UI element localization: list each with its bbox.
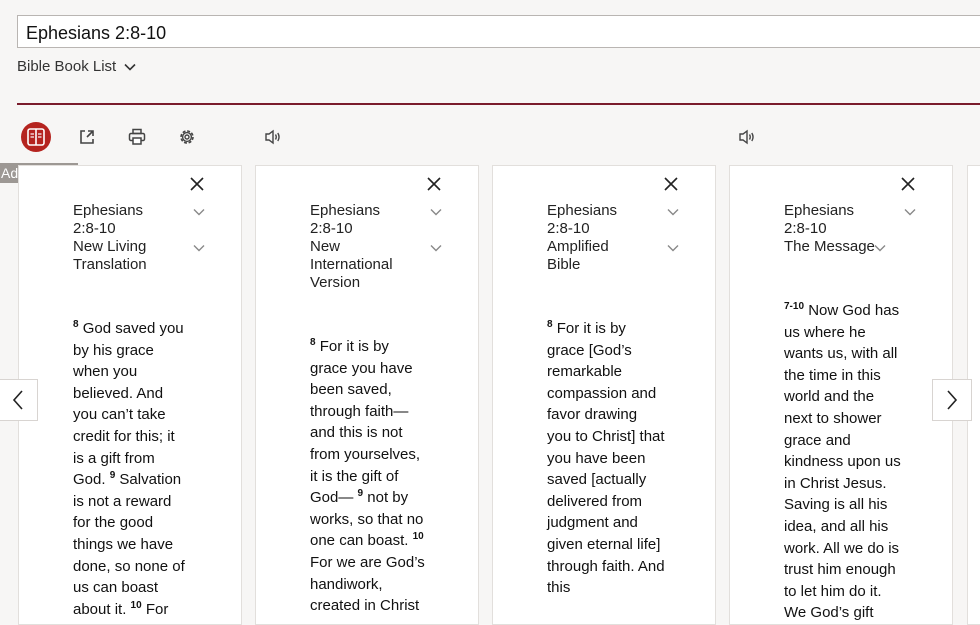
passage-text: 8 For it is by grace [God’s remarkable c… — [547, 318, 665, 599]
reference-label: Ephesians 2:8-10 — [547, 202, 618, 237]
verse-number: 8 — [73, 319, 79, 330]
reference-label: Ephesians 2:8-10 — [784, 202, 855, 237]
verse-text: For we are God’s handiwork, created in C… — [310, 553, 425, 615]
header-divider — [17, 103, 980, 105]
verse-number: 7-10 — [784, 301, 805, 312]
chevron-down-icon — [874, 245, 886, 252]
parallel-column-3: Ephesians 2:8-10 Amplified Bible 8 For i… — [492, 165, 716, 625]
chevron-down-icon — [430, 209, 442, 216]
reference-select[interactable]: Ephesians 2:8-10 — [784, 202, 916, 238]
verse-text: For it is by grace [God’s remarkable com… — [547, 320, 665, 597]
close-icon[interactable] — [900, 176, 916, 192]
version-label: The Message — [784, 238, 875, 255]
print-icon — [128, 128, 146, 145]
version-select[interactable]: Amplified Bible — [547, 238, 679, 274]
verse-text: God saved you by his grace when you beli… — [73, 320, 184, 489]
print-button[interactable] — [122, 122, 152, 152]
reference-label: Ephesians 2:8-10 — [73, 202, 144, 237]
add-parallel-button[interactable] — [21, 122, 51, 152]
reference-select[interactable]: Ephesians 2:8-10 — [310, 202, 442, 238]
verse-number: 10 — [130, 599, 142, 611]
version-label: Amplified Bible — [547, 238, 609, 273]
version-select[interactable]: New Living Translation — [73, 238, 205, 274]
chevron-down-icon — [193, 209, 205, 216]
share-button[interactable] — [72, 122, 102, 152]
chevron-right-icon — [947, 390, 958, 410]
verse-number: 9 — [357, 488, 364, 500]
verse-text: For — [145, 600, 169, 618]
verse-text: For it is by grace you have been saved, … — [310, 338, 421, 507]
next-arrow-button[interactable] — [932, 379, 972, 421]
passage-search-input[interactable]: Ephesians 2:8-10 — [17, 15, 980, 48]
close-icon[interactable] — [663, 176, 679, 192]
chevron-down-icon — [667, 245, 679, 252]
bible-book-list-dropdown[interactable]: Bible Book List — [17, 58, 136, 75]
parallel-columns-icon — [27, 128, 45, 146]
parallel-column-1: Ephesians 2:8-10 New Living Translation … — [18, 165, 242, 625]
chevron-down-icon — [124, 63, 136, 71]
verse-text: Now God has us where he wants us, with a… — [784, 302, 901, 622]
parallel-column-4: Ephesians 2:8-10 The Message 7-10 Now Go… — [729, 165, 953, 625]
reference-select[interactable]: Ephesians 2:8-10 — [73, 202, 205, 238]
parallel-column-2: Ephesians 2:8-10 New International Versi… — [255, 165, 479, 625]
verse-number: 8 — [547, 319, 553, 330]
version-label: New International Version — [310, 238, 393, 291]
previous-arrow-button[interactable] — [0, 379, 38, 421]
verse-number: 10 — [412, 531, 424, 543]
audio-button-2[interactable] — [732, 122, 762, 152]
speaker-icon — [265, 129, 280, 145]
chevron-down-icon — [193, 245, 205, 252]
gear-icon — [180, 130, 194, 144]
settings-button[interactable] — [172, 122, 202, 152]
passage-text: 8 For it is by grace you have been saved… — [310, 336, 426, 617]
bible-book-list-label: Bible Book List — [17, 58, 117, 75]
close-icon[interactable] — [189, 176, 205, 192]
speaker-icon — [739, 129, 754, 145]
reference-label: Ephesians 2:8-10 — [310, 202, 381, 237]
chevron-down-icon — [904, 209, 916, 216]
verse-text: Salvation is not a reward for the good t… — [73, 471, 185, 618]
audio-button[interactable] — [258, 122, 288, 152]
external-link-icon — [80, 130, 94, 144]
version-select[interactable]: New International Version — [310, 238, 442, 292]
close-icon[interactable] — [426, 176, 442, 192]
chevron-left-icon — [12, 390, 23, 410]
verse-number: 8 — [310, 337, 316, 348]
verse-number: 9 — [109, 470, 116, 482]
chevron-down-icon — [667, 209, 679, 216]
version-label: New Living Translation — [73, 238, 147, 273]
version-select[interactable]: The Message — [784, 238, 916, 256]
reference-select[interactable]: Ephesians 2:8-10 — [547, 202, 679, 238]
chevron-down-icon — [430, 245, 442, 252]
passage-text: 8 God saved you by his grace when you be… — [73, 318, 185, 620]
passage-text: 7-10 Now God has us where he wants us, w… — [784, 300, 902, 624]
